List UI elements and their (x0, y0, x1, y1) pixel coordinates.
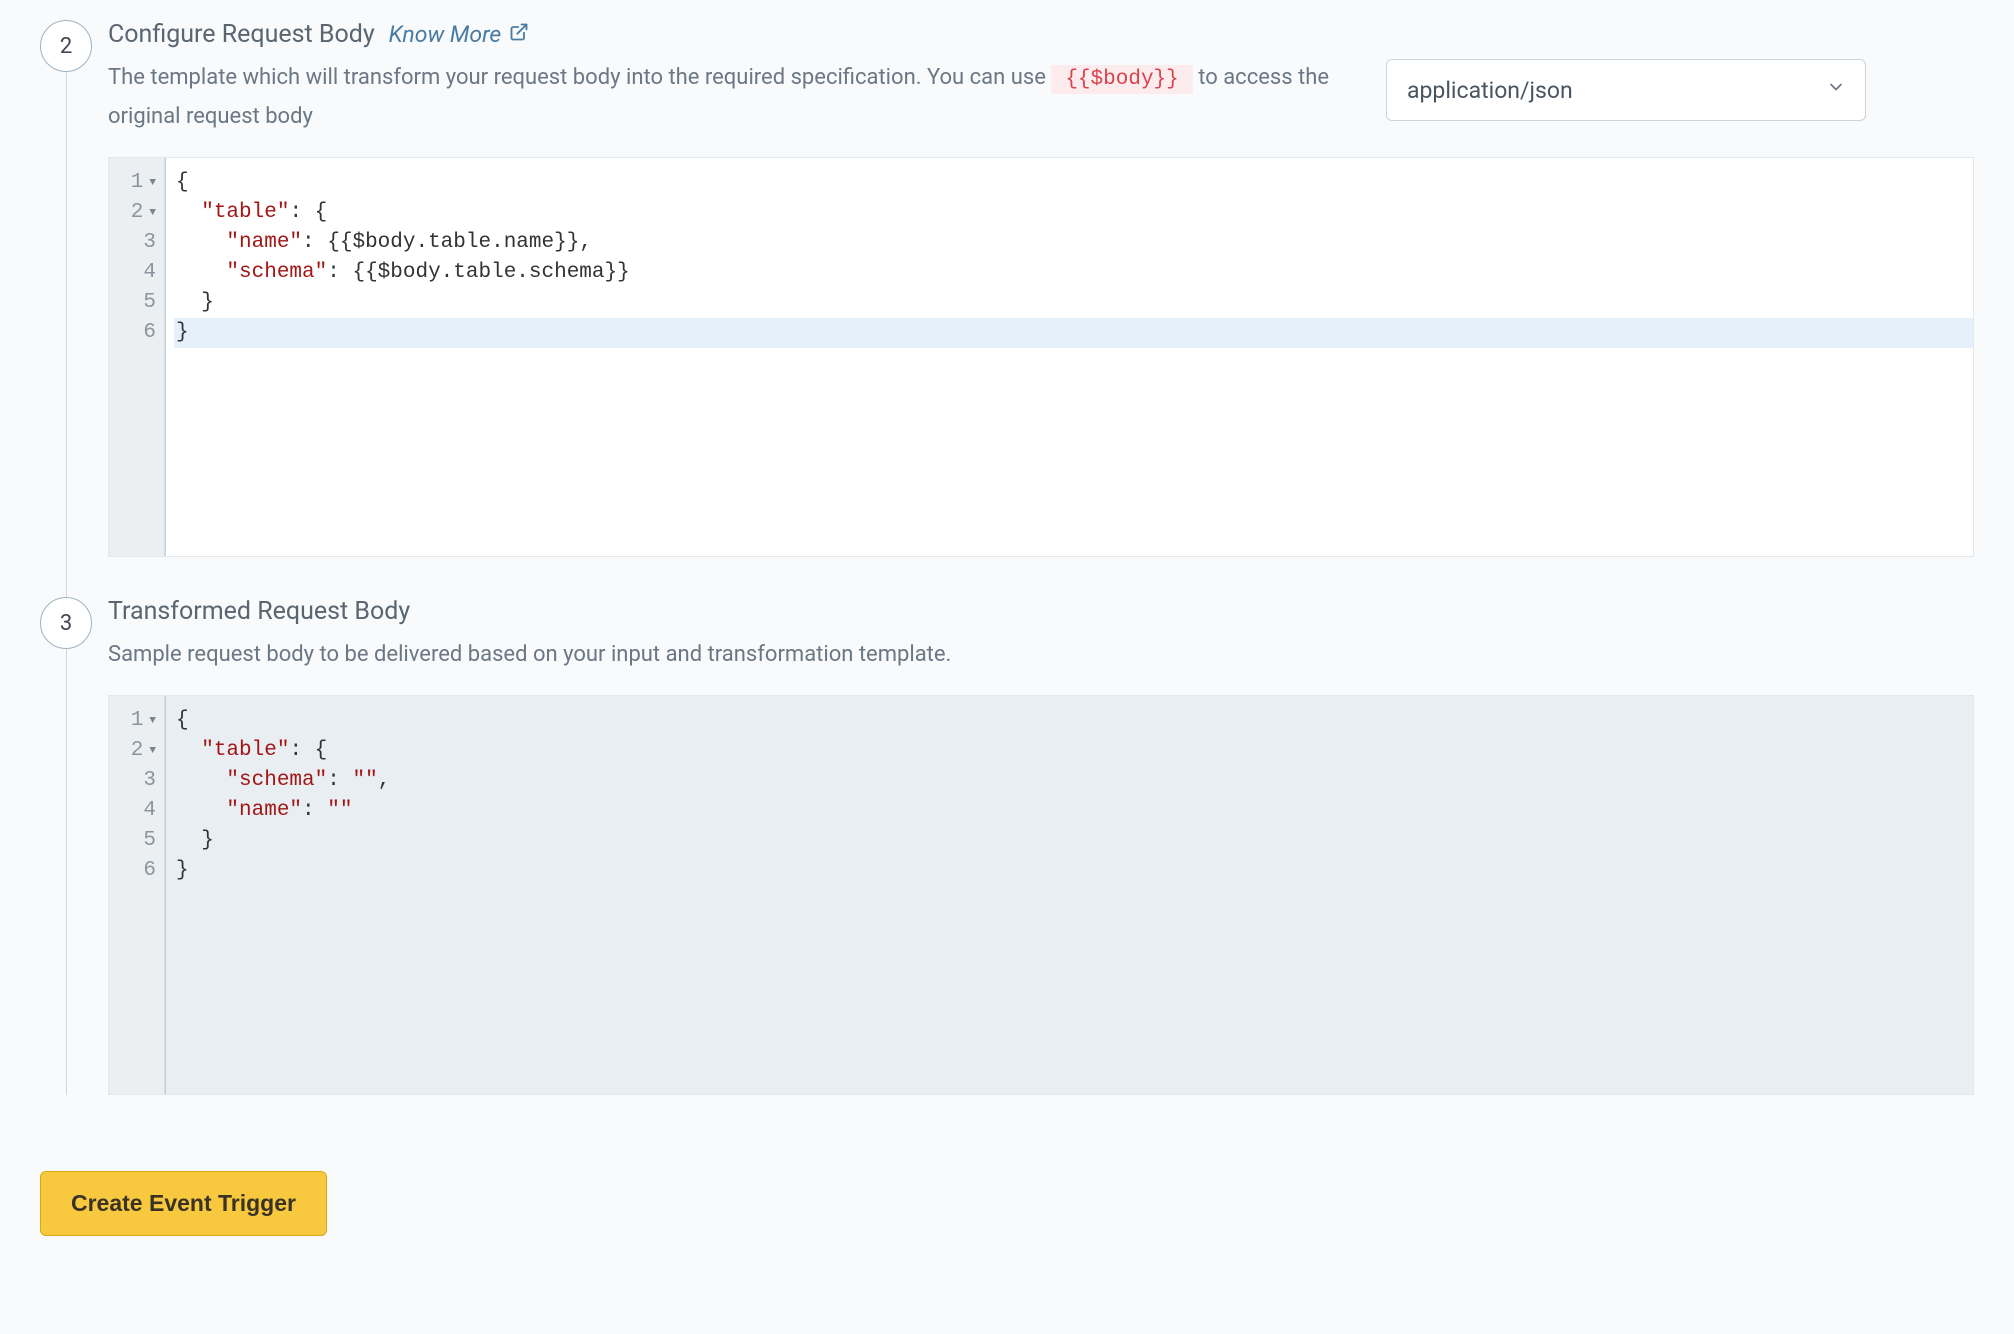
step-header: Transformed Request Body (108, 597, 1974, 626)
code-line[interactable]: } (174, 856, 1973, 886)
step-configure-request-body: 2 Configure Request Body Know More The t… (108, 20, 1974, 557)
code-line[interactable]: { (174, 706, 1973, 736)
code-line[interactable]: } (174, 318, 1973, 348)
line-number: 5 (123, 288, 156, 318)
step-transformed-request-body: 3 Transformed Request Body Sample reques… (108, 597, 1974, 1095)
know-more-text: Know More (389, 21, 502, 48)
code-line[interactable]: "schema": "", (174, 766, 1973, 796)
code-line[interactable]: "schema": {{$body.table.schema}} (174, 258, 1973, 288)
create-event-trigger-button[interactable]: Create Event Trigger (40, 1171, 327, 1236)
step-number: 3 (60, 611, 72, 636)
editor-gutter: 1▼2▼3456 (109, 158, 165, 556)
content-type-select[interactable]: application/json (1386, 59, 1866, 121)
code-line[interactable]: "table": { (174, 736, 1973, 766)
line-number: 5 (123, 826, 156, 856)
step-title: Transformed Request Body (108, 597, 410, 626)
line-number: 3 (123, 766, 156, 796)
line-number: 6 (123, 318, 156, 348)
step-header: Configure Request Body Know More (108, 20, 1974, 49)
editor-gutter: 1▼2▼3456 (109, 696, 165, 1094)
line-number: 4 (123, 258, 156, 288)
editor-body: { "table": { "schema": "", "name": "" }} (165, 696, 1973, 1094)
code-line[interactable]: "name": "" (174, 796, 1973, 826)
code-line[interactable]: { (174, 168, 1973, 198)
line-number: 6 (123, 856, 156, 886)
code-line[interactable]: "table": { (174, 198, 1973, 228)
request-body-template-editor[interactable]: 1▼2▼3456 { "table": { "name": {{$body.ta… (108, 157, 1974, 557)
transformed-body-preview: 1▼2▼3456 { "table": { "schema": "", "nam… (108, 695, 1974, 1095)
code-line[interactable]: "name": {{$body.table.name}}, (174, 228, 1973, 258)
inline-code-body-var: {{$body}} (1051, 65, 1192, 94)
code-line[interactable]: } (174, 288, 1973, 318)
fold-toggle-icon[interactable]: ▼ (149, 706, 156, 736)
external-link-icon (509, 21, 529, 48)
fold-toggle-icon[interactable]: ▼ (149, 198, 156, 228)
step-number-badge: 3 (40, 597, 92, 649)
know-more-link[interactable]: Know More (389, 21, 530, 48)
step-title: Configure Request Body (108, 20, 375, 49)
line-number: 4 (123, 796, 156, 826)
line-number: 1▼ (123, 706, 156, 736)
code-line[interactable]: } (174, 826, 1973, 856)
fold-toggle-icon[interactable]: ▼ (149, 168, 156, 198)
desc-prefix: The template which will transform your r… (108, 65, 1051, 90)
step-number-badge: 2 (40, 20, 92, 72)
content-type-value: application/json (1407, 77, 1573, 104)
line-number: 2▼ (123, 198, 156, 228)
line-number: 2▼ (123, 736, 156, 766)
line-number: 3 (123, 228, 156, 258)
step-number: 2 (60, 34, 72, 59)
line-number: 1▼ (123, 168, 156, 198)
editor-body[interactable]: { "table": { "name": {{$body.table.name}… (165, 158, 1973, 556)
fold-toggle-icon[interactable]: ▼ (149, 736, 156, 766)
step-description: The template which will transform your r… (108, 59, 1358, 135)
step-description: Sample request body to be delivered base… (108, 636, 1358, 673)
